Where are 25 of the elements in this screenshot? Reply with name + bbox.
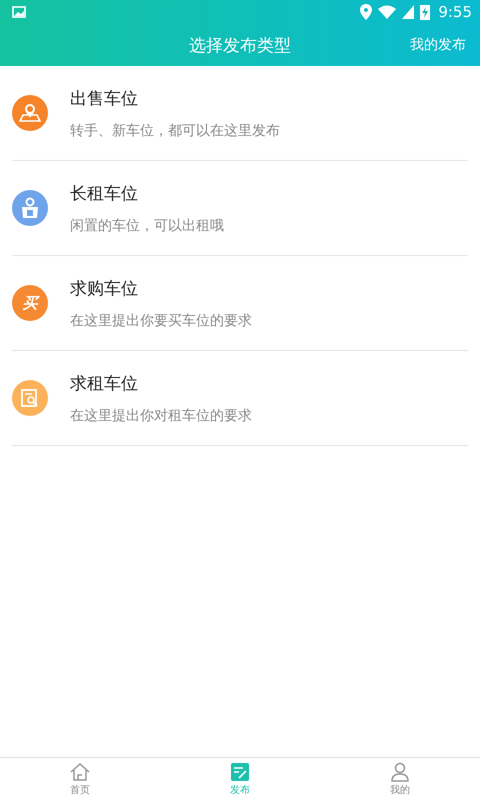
signal-icon [402, 5, 414, 19]
image-icon [12, 6, 26, 18]
option-title: 出售车位 [70, 88, 139, 110]
person-icon [390, 762, 410, 782]
option-row[interactable]: 出售车位 转手、新车位，都可以在这里发布 [12, 66, 468, 161]
location-icon [360, 4, 372, 20]
nav-tab[interactable]: 首页 [0, 758, 160, 800]
battery-icon [420, 4, 430, 20]
status-time: 9:55 [438, 3, 472, 21]
wifi-icon [378, 5, 396, 19]
option-row[interactable]: 长租车位 闲置的车位，可以出租哦 [12, 161, 468, 256]
page-title: 选择发布类型 [189, 34, 291, 56]
option-title: 求租车位 [70, 372, 139, 394]
option-description: 在这里提出你要买车位的要求 [70, 312, 252, 330]
option-row[interactable]: 买 求购车位 在这里提出你要买车位的要求 [12, 256, 468, 351]
option-description: 在这里提出你对租车位的要求 [70, 406, 252, 424]
buy-icon: 买 [12, 285, 48, 321]
option-title: 长租车位 [70, 182, 139, 204]
edit-icon [230, 762, 250, 782]
option-row[interactable]: 求租车位 在这里提出你对租车位的要求 [12, 351, 468, 446]
option-description: 闲置的车位，可以出租哦 [70, 216, 224, 234]
option-description: 转手、新车位，都可以在这里发布 [70, 122, 280, 140]
option-title: 求购车位 [70, 278, 139, 300]
nav-tab[interactable]: 我的 [320, 758, 480, 800]
home-icon [69, 762, 91, 782]
